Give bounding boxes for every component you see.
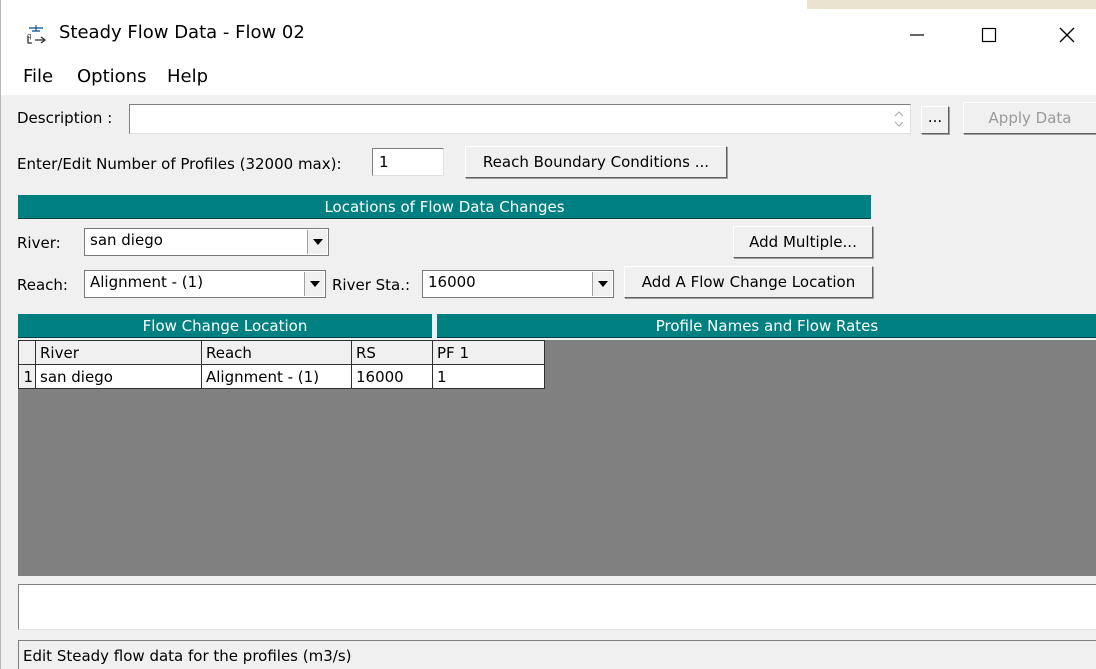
column-header-pf1[interactable]: PF 1 (432, 340, 545, 365)
minimize-icon (910, 34, 924, 36)
minimize-button[interactable] (891, 15, 943, 55)
cell-rs[interactable]: 16000 (351, 364, 433, 389)
background-strip (1, 0, 1096, 9)
river-station-select[interactable]: 16000 (422, 270, 614, 298)
profiles-label: Enter/Edit Number of Profiles (32000 max… (17, 155, 342, 173)
reach-label: Reach: (17, 276, 68, 294)
cell-pf1[interactable]: 1 (432, 364, 545, 389)
chevron-down-icon[interactable] (592, 272, 612, 296)
cell-river[interactable]: san diego (35, 364, 202, 389)
reach-boundary-conditions-button[interactable]: Reach Boundary Conditions ... (465, 146, 727, 178)
add-flow-change-location-button[interactable]: Add A Flow Change Location (624, 266, 873, 298)
close-icon (1059, 27, 1075, 43)
message-textbox[interactable] (18, 584, 1096, 630)
status-bar: Edit Steady flow data for the profiles (… (18, 640, 1096, 669)
flow-change-location-header: Flow Change Location (18, 314, 432, 338)
reach-select[interactable]: Alignment - (1) (84, 270, 326, 298)
table-header-row: River Reach RS PF 1 (18, 340, 545, 365)
river-label: River: (17, 234, 61, 252)
river-select[interactable]: san diego (84, 228, 329, 256)
add-multiple-button[interactable]: Add Multiple... (733, 226, 873, 258)
status-message: Edit Steady flow data for the profiles (… (23, 647, 352, 665)
flow-data-grid[interactable]: River Reach RS PF 1 1 san diego Alignmen… (18, 340, 1096, 576)
flow-data-table: River Reach RS PF 1 1 san diego Alignmen… (18, 340, 545, 389)
chevron-down-icon[interactable] (307, 230, 327, 254)
profiles-count-input[interactable]: 1 (372, 148, 444, 176)
column-header-rs[interactable]: RS (351, 340, 433, 365)
profiles-count-value: 1 (379, 153, 389, 171)
close-button[interactable] (1041, 15, 1093, 55)
reach-select-value: Alignment - (1) (90, 273, 204, 291)
profile-names-header: Profile Names and Flow Rates (437, 314, 1096, 338)
menu-help[interactable]: Help (167, 66, 208, 87)
apply-data-button[interactable]: Apply Data (963, 102, 1096, 134)
column-header-river[interactable]: River (35, 340, 202, 365)
steady-flow-app-icon: q (25, 25, 49, 47)
description-label: Description : (17, 109, 113, 127)
description-spinner[interactable] (889, 106, 909, 132)
chevron-down-icon[interactable] (304, 272, 324, 296)
river-station-label: River Sta.: (332, 276, 411, 294)
menu-bar: File Options Help (1, 61, 1096, 95)
window-title: Steady Flow Data - Flow 02 (59, 22, 305, 43)
column-header-reach[interactable]: Reach (201, 340, 352, 365)
menu-file[interactable]: File (23, 66, 53, 87)
description-browse-button[interactable]: ... (921, 106, 949, 134)
river-station-select-value: 16000 (428, 273, 476, 291)
steady-flow-window: q Steady Flow Data - Flow 02 File Option… (0, 0, 1096, 669)
maximize-button[interactable] (963, 15, 1015, 55)
cell-reach[interactable]: Alignment - (1) (201, 364, 352, 389)
description-input[interactable] (129, 104, 911, 134)
river-select-value: san diego (90, 231, 163, 249)
maximize-icon (981, 27, 997, 43)
svg-text:q: q (27, 32, 31, 40)
title-bar[interactable]: q Steady Flow Data - Flow 02 (1, 9, 1096, 61)
table-row: 1 san diego Alignment - (1) 16000 1 (18, 364, 545, 389)
row-index[interactable]: 1 (18, 364, 36, 389)
menu-options[interactable]: Options (77, 66, 146, 87)
locations-header: Locations of Flow Data Changes (18, 195, 871, 219)
column-header-index[interactable] (18, 340, 36, 365)
